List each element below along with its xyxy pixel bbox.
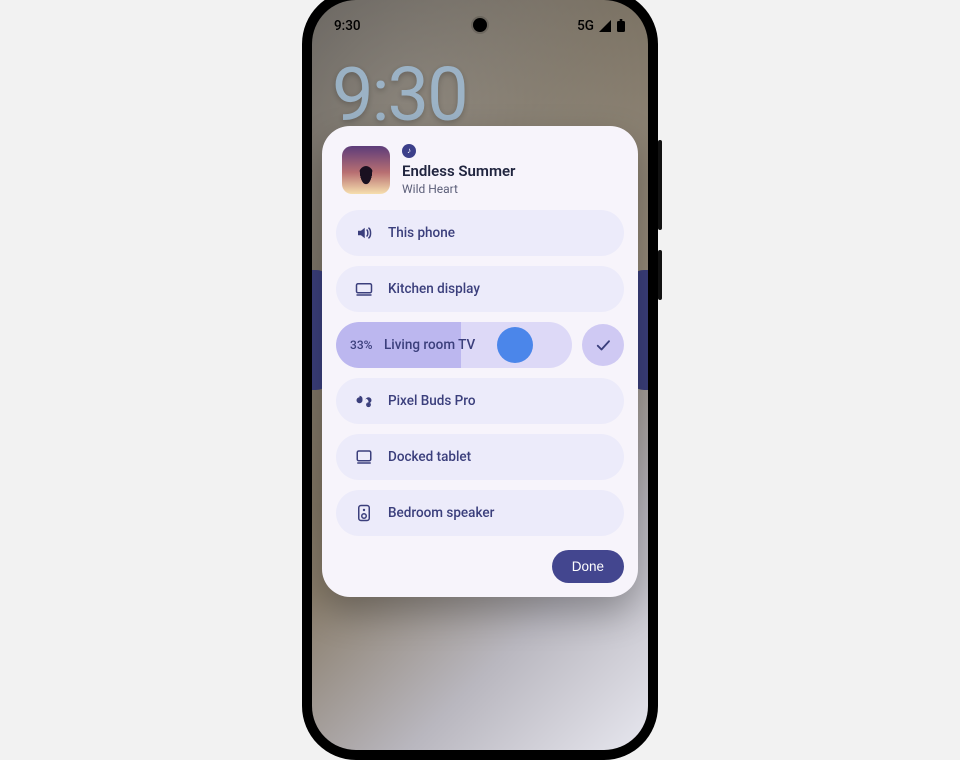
check-icon — [594, 336, 612, 354]
device-label: Bedroom speaker — [388, 505, 494, 521]
status-network-label: 5G — [577, 18, 594, 34]
volume-rocker[interactable] — [658, 140, 662, 230]
earbuds-icon — [352, 393, 376, 409]
phone-frame: 9:30 5G 9:30 ♪ Endless Summer — [302, 0, 658, 760]
now-playing: ♪ Endless Summer Wild Heart — [336, 142, 624, 210]
volume-percent: 33% — [350, 338, 382, 352]
done-button[interactable]: Done — [552, 550, 624, 583]
battery-icon — [616, 19, 626, 33]
device-label: Living room TV — [384, 337, 475, 353]
speaker-icon — [352, 504, 376, 522]
tablet-icon — [352, 449, 376, 465]
display-icon — [352, 282, 376, 296]
device-label: Kitchen display — [388, 281, 480, 297]
device-label: This phone — [388, 225, 455, 241]
device-label: Docked tablet — [388, 449, 471, 465]
track-title: Endless Summer — [402, 162, 515, 180]
device-label: Pixel Buds Pro — [388, 393, 476, 409]
signal-icon — [598, 20, 612, 32]
device-docked-tablet[interactable]: Docked tablet — [336, 434, 624, 480]
device-living-room-tv[interactable]: 33% Living room TV — [336, 322, 572, 368]
album-art — [342, 146, 390, 194]
track-artist: Wild Heart — [402, 182, 515, 196]
device-pixel-buds-pro[interactable]: Pixel Buds Pro — [336, 378, 624, 424]
device-selected-check[interactable] — [582, 324, 624, 366]
spotify-icon: ♪ — [402, 144, 416, 158]
power-button[interactable] — [658, 250, 662, 300]
camera-punchhole — [473, 18, 487, 32]
status-time: 9:30 — [334, 18, 361, 34]
output-switcher-sheet: ♪ Endless Summer Wild Heart This phone — [322, 126, 638, 597]
device-kitchen-display[interactable]: Kitchen display — [336, 266, 624, 312]
device-this-phone[interactable]: This phone — [336, 210, 624, 256]
device-list: This phone Kitchen display 33% Living ro… — [336, 210, 624, 536]
volume-icon — [352, 224, 376, 242]
device-bedroom-speaker[interactable]: Bedroom speaker — [336, 490, 624, 536]
screen: 9:30 5G 9:30 ♪ Endless Summer — [312, 0, 648, 750]
volume-thumb[interactable] — [497, 327, 533, 363]
